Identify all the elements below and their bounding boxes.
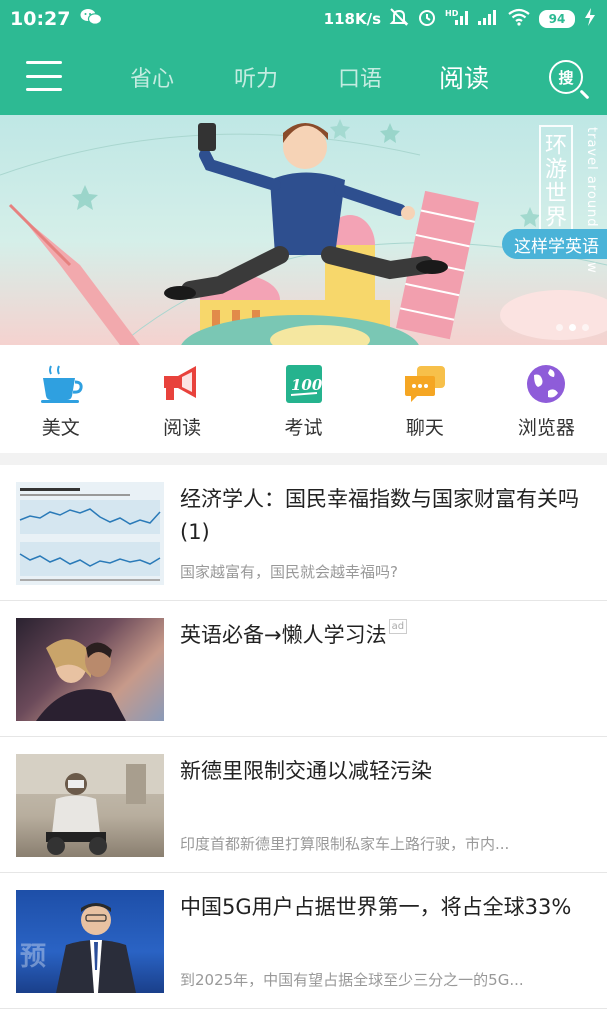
signal-icon [477, 8, 499, 30]
carousel-dots [556, 324, 589, 331]
category-liaotian[interactable]: 聊天 [364, 345, 485, 453]
article-list: 经济学人：国民幸福指数与国家财富有关吗(1) 国家越富有，国民就会越幸福吗? 英… [0, 465, 607, 1020]
article-item-ad[interactable]: 英语必备→懒人学习法 ad [0, 601, 607, 737]
battery-icon: 94 [539, 10, 575, 28]
mute-icon [389, 7, 409, 31]
category-label: 美文 [41, 417, 80, 439]
ad-badge: ad [388, 619, 408, 634]
category-yuedu[interactable]: 阅读 [121, 345, 242, 453]
article-title: 中国5G用户占据世界第一，将占全球33% [180, 895, 572, 919]
tab-yuedu[interactable]: 阅读 [412, 59, 516, 95]
category-meiwen[interactable]: 美文 [0, 345, 121, 453]
article-desc: 印度首都新德里打算限制私家车上路行驶，市内... [180, 835, 510, 853]
banner-carousel[interactable]: travel around the w 环游世界 这样学英语 [0, 115, 607, 345]
carousel-dot [582, 324, 589, 331]
alarm-icon [417, 7, 437, 31]
banner-tag[interactable]: 这样学英语 [502, 229, 607, 259]
article-item[interactable]: 新德里限制交通以减轻污染 印度首都新德里打算限制私家车上路行驶，市内... [0, 737, 607, 873]
network-speed: 118K/s [323, 10, 381, 28]
banner-title: 环游世界 [539, 125, 573, 237]
article-title: 经济学人：国民幸福指数与国家财富有关吗(1) [180, 487, 579, 544]
category-kaoshi[interactable]: 100 考试 [243, 345, 364, 453]
search-button[interactable]: 搜 [549, 60, 583, 94]
svg-text:HD: HD [445, 9, 459, 18]
category-label: 浏览器 [517, 417, 575, 439]
chat-bubbles-icon [403, 363, 447, 405]
megaphone-icon [160, 363, 204, 405]
category-label: 阅读 [163, 417, 202, 439]
carousel-dot-active [569, 324, 576, 331]
svg-text:预: 预 [20, 942, 46, 972]
menu-icon[interactable] [26, 61, 62, 91]
status-bar: 10:27 118K/s HD 94 [0, 0, 607, 38]
article-item[interactable]: 经济学人：国民幸福指数与国家财富有关吗(1) 国家越富有，国民就会越幸福吗? [0, 465, 607, 601]
globe-icon [524, 363, 568, 405]
teacup-icon [39, 363, 83, 405]
carousel-dot [556, 324, 563, 331]
category-label: 聊天 [405, 417, 444, 439]
hd-signal-icon: HD [445, 8, 469, 30]
category-row: 美文 阅读 100 考试 聊天 浏览器 [0, 345, 607, 453]
wechat-icon [80, 8, 103, 30]
status-time: 10:27 [10, 8, 71, 30]
tab-tingli[interactable]: 听力 [204, 61, 308, 93]
charging-icon [583, 7, 597, 31]
article-title-text: 英语必备→懒人学习法 [180, 623, 387, 647]
article-title: 英语必备→懒人学习法 ad [180, 619, 592, 652]
svg-text:100: 100 [291, 376, 323, 394]
score-100-icon: 100 [282, 363, 326, 405]
article-thumbnail-photo [16, 618, 164, 721]
article-thumbnail-photo [16, 754, 164, 857]
article-thumbnail-chart [16, 482, 164, 585]
wifi-icon [507, 8, 531, 30]
article-title: 新德里限制交通以减轻污染 [180, 759, 432, 783]
category-browser[interactable]: 浏览器 [486, 345, 607, 453]
article-desc: 国家越富有，国民就会越幸福吗? [180, 563, 398, 581]
tab-kouyu[interactable]: 口语 [308, 61, 412, 93]
nav-tabs: 省心 听力 口语 阅读 [100, 38, 516, 115]
article-item[interactable]: 预 中国5G用户占据世界第一，将占全球33% 到2025年，中国有望占据全球至少… [0, 873, 607, 1009]
article-thumbnail-photo: 预 [16, 890, 164, 993]
tab-shengxin[interactable]: 省心 [100, 61, 204, 93]
category-label: 考试 [284, 417, 323, 439]
top-nav: 省心 听力 口语 阅读 搜 [0, 38, 607, 115]
article-desc: 到2025年，中国有望占据全球至少三分之一的5G... [180, 971, 524, 989]
